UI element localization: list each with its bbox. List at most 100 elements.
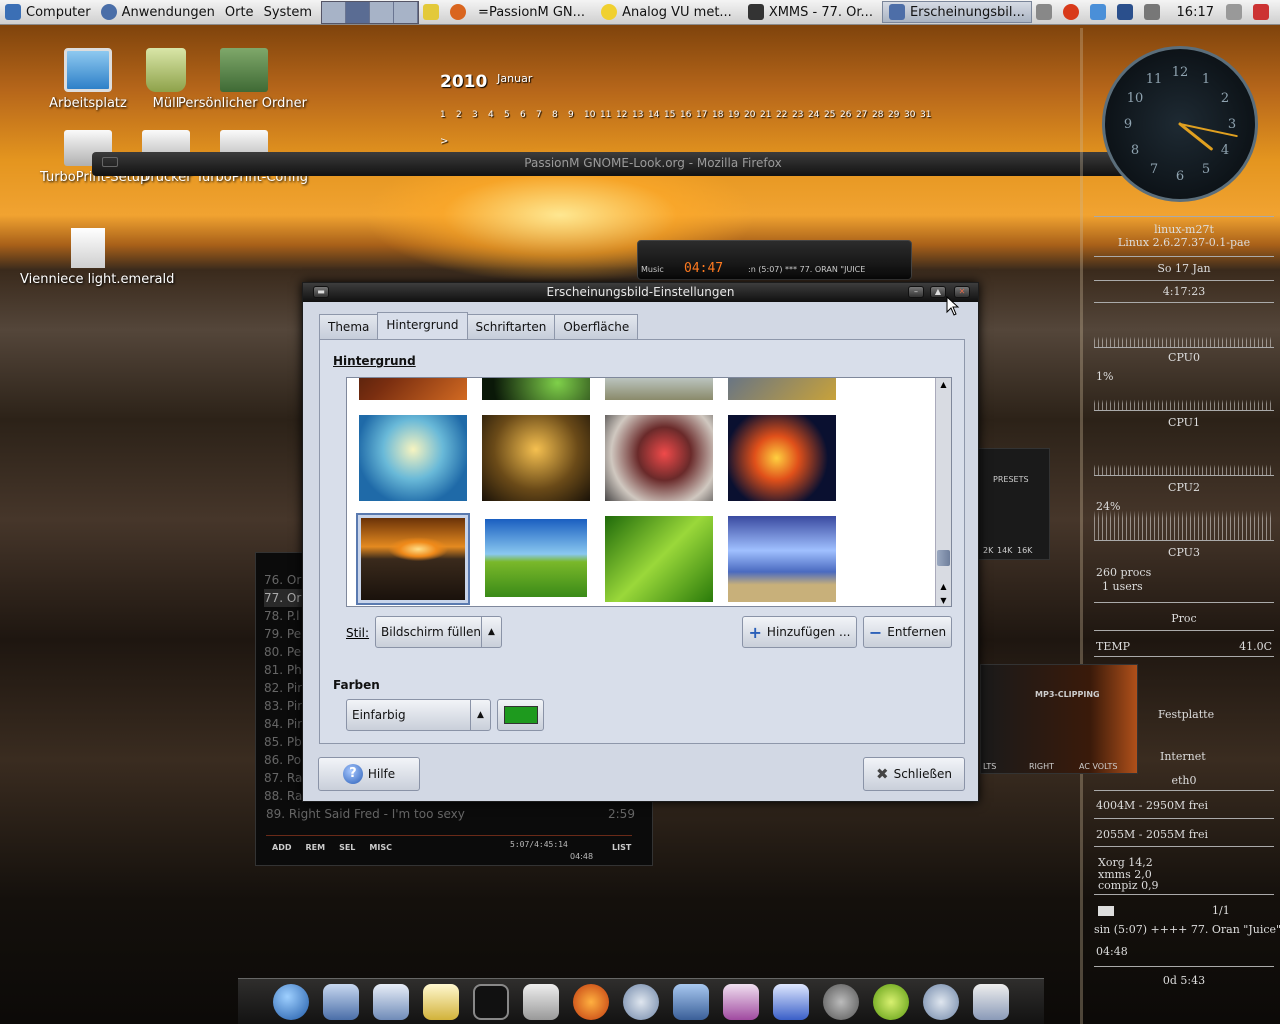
calendar-day[interactable]: 28 xyxy=(872,110,888,120)
monitor-icon[interactable] xyxy=(1116,4,1133,20)
workspace-switcher[interactable] xyxy=(321,0,420,24)
calendar-day[interactable]: 4 xyxy=(488,110,504,120)
xmms-equalizer[interactable]: PRESETS 2K 14K 16K xyxy=(978,448,1050,560)
wallpaper-thumb[interactable] xyxy=(359,378,467,400)
desktop-icon-home[interactable]: Persönlicher Ordner xyxy=(178,48,307,111)
calendar-day[interactable]: 10 xyxy=(584,110,600,120)
dock-trash-icon[interactable] xyxy=(973,983,1009,1020)
playlist-row[interactable]: 86. Po xyxy=(264,751,304,769)
scroll-step-up-icon[interactable]: ▲ xyxy=(936,580,951,594)
panel-clock[interactable]: 16:17 xyxy=(1177,5,1214,20)
task-vu-meter[interactable]: Analog VU met... xyxy=(594,1,739,23)
dock-network-icon[interactable] xyxy=(673,983,709,1020)
playlist-row[interactable]: 77. Or xyxy=(264,589,304,607)
task-xmms[interactable]: XMMS - 77. Or... xyxy=(741,1,880,23)
menu-system[interactable]: System xyxy=(259,0,317,25)
gallery-scrollbar[interactable]: ▲ ▲ ▼ xyxy=(935,378,951,606)
playlist-row[interactable]: 80. Pe xyxy=(264,643,304,661)
remove-wallpaper-button[interactable]: − Entfernen xyxy=(863,616,952,648)
calendar-day[interactable]: 2 xyxy=(456,110,472,120)
playlist-list-button[interactable]: LIST xyxy=(612,843,631,852)
menu-applications[interactable]: Anwendungen xyxy=(96,0,220,25)
logout-icon[interactable] xyxy=(1253,4,1269,20)
wallpaper-thumb[interactable] xyxy=(728,415,836,501)
workspace-4[interactable] xyxy=(394,1,419,23)
task-appearance[interactable]: Erscheinungsbil... xyxy=(881,1,1032,23)
playlist-row[interactable]: 76. Or xyxy=(264,571,304,589)
playlist-add-button[interactable]: ADD xyxy=(272,843,291,852)
dock-gimp-icon[interactable] xyxy=(823,983,859,1020)
dock-audio-icon[interactable] xyxy=(923,983,959,1020)
presets-button[interactable]: PRESETS xyxy=(993,475,1029,484)
firefox-window-titlebar[interactable]: PassionM GNOME-Look.org - Mozilla Firefo… xyxy=(92,152,1214,176)
playlist-rem-button[interactable]: REM xyxy=(305,843,325,852)
playlist-last-track[interactable]: 89. Right Said Fred - I'm too sexy xyxy=(266,807,465,821)
calendar-day[interactable]: 23 xyxy=(792,110,808,120)
minimize-icon[interactable]: – xyxy=(908,286,924,298)
terminal-icon[interactable] xyxy=(1143,4,1160,20)
calendar-day[interactable]: 15 xyxy=(664,110,680,120)
scroll-up-icon[interactable]: ▲ xyxy=(936,378,951,392)
dock-chat-icon[interactable] xyxy=(873,983,909,1020)
tab-interface[interactable]: Oberfläche xyxy=(554,314,639,339)
menu-computer[interactable]: Computer xyxy=(0,0,96,25)
dock-music-icon[interactable] xyxy=(623,983,659,1020)
tab-theme[interactable]: Thema xyxy=(319,314,379,339)
tab-background[interactable]: Hintergrund xyxy=(377,312,468,339)
calendar-day[interactable]: 19 xyxy=(728,110,744,120)
calendar-day[interactable]: 30 xyxy=(904,110,920,120)
wallpaper-thumb[interactable] xyxy=(605,415,713,501)
playlist-row[interactable]: 79. Pe xyxy=(264,625,304,643)
wallpaper-thumb[interactable] xyxy=(605,378,713,400)
add-wallpaper-button[interactable]: + Hinzufügen ... xyxy=(742,616,857,648)
calendar-day[interactable]: 21 xyxy=(760,110,776,120)
calendar-day[interactable]: 13 xyxy=(632,110,648,120)
calendar-next[interactable]: > xyxy=(440,136,936,147)
calendar-day[interactable]: 9 xyxy=(568,110,584,120)
firefox-icon[interactable] xyxy=(450,4,467,20)
wallpaper-thumb[interactable] xyxy=(359,415,467,501)
color-picker-button[interactable] xyxy=(497,699,544,731)
dock-draw-icon[interactable] xyxy=(373,983,409,1020)
calendar-day[interactable]: 16 xyxy=(680,110,696,120)
menu-places[interactable]: Orte xyxy=(220,0,259,25)
wallpaper-thumb[interactable] xyxy=(728,378,836,400)
desktop-icon-emerald-theme[interactable]: Vienniece light.emerald xyxy=(20,228,174,287)
workspace-1[interactable] xyxy=(322,1,347,23)
wallpaper-thumb[interactable] xyxy=(485,519,587,597)
update-icon[interactable] xyxy=(1062,4,1079,20)
playlist-row[interactable]: 78. P.l xyxy=(264,607,304,625)
calendar-day[interactable]: 11 xyxy=(600,110,616,120)
playlist-row[interactable]: 84. Pir xyxy=(264,715,304,733)
task-firefox[interactable]: =PassionM GN... xyxy=(471,1,592,23)
calendar-day[interactable]: 24 xyxy=(808,110,824,120)
playlist-row[interactable]: 82. Pir xyxy=(264,679,304,697)
dock-firefox-icon[interactable] xyxy=(573,983,609,1020)
wallpaper-thumb-selected[interactable] xyxy=(356,513,470,605)
scroll-thumb[interactable] xyxy=(937,550,950,566)
xmms-main-window[interactable]: Music 04:47 :n (5:07) *** 77. ORAN "JUIC… xyxy=(637,240,912,280)
scroll-down-icon[interactable]: ▼ xyxy=(936,594,951,606)
network-icon[interactable] xyxy=(1089,4,1106,20)
wallpaper-gallery[interactable]: ▲ ▲ ▼ xyxy=(346,377,952,607)
playlist-row[interactable]: 81. Ph xyxy=(264,661,304,679)
screenshot-icon[interactable] xyxy=(1226,4,1242,20)
dock-globe-icon[interactable] xyxy=(273,983,309,1020)
calendar-day[interactable]: 27 xyxy=(856,110,872,120)
dialog-titlebar[interactable]: ▬ Erscheinungsbild-Einstellungen – ▲ ✕ xyxy=(303,283,978,302)
calendar-day[interactable]: 26 xyxy=(840,110,856,120)
window-menu-icon[interactable]: ▬ xyxy=(313,286,329,298)
calendar-day[interactable]: 18 xyxy=(712,110,728,120)
calendar-day[interactable]: 8 xyxy=(552,110,568,120)
calendar-day[interactable]: 3 xyxy=(472,110,488,120)
wallpaper-thumb[interactable] xyxy=(482,378,590,400)
playlist-row[interactable]: 88. Ra xyxy=(264,787,304,805)
calendar-day[interactable]: 22 xyxy=(776,110,792,120)
calendar-day[interactable]: 31 xyxy=(920,110,936,120)
maximize-icon[interactable]: ▲ xyxy=(930,286,946,298)
wallpaper-thumb[interactable] xyxy=(605,516,713,602)
calendar-day[interactable]: 7 xyxy=(536,110,552,120)
playlist-row[interactable]: 87. Ra xyxy=(264,769,304,787)
calendar-day[interactable]: 29 xyxy=(888,110,904,120)
close-button[interactable]: ✖ Schließen xyxy=(863,757,965,791)
